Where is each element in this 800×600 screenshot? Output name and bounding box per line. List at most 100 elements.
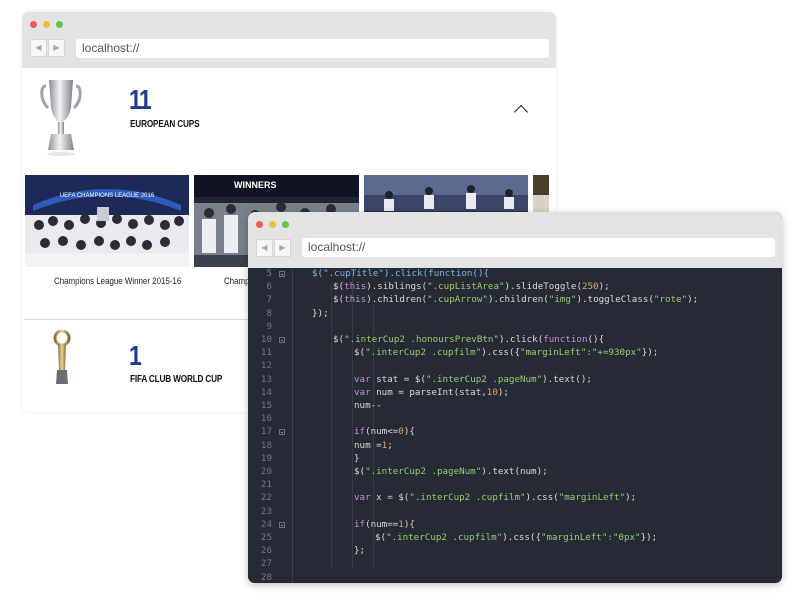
code-token: ".interCup2 .cupfilm" bbox=[365, 347, 482, 359]
code-line: }; bbox=[354, 545, 365, 556]
code-token: ).css( bbox=[525, 492, 559, 504]
code-line: $(this).siblings(".cupListArea").slideTo… bbox=[333, 281, 610, 292]
line-number: 7 bbox=[266, 294, 272, 306]
code-token: }; bbox=[354, 545, 366, 557]
european-cups-title: EUROPEAN CUPS bbox=[130, 119, 200, 130]
code-line: $(".interCup2 .pageNum").text(num); bbox=[354, 466, 548, 477]
code-token: x = $( bbox=[370, 492, 410, 504]
code-line: $(".interCup2 .honoursPrevBtn").click(fu… bbox=[333, 334, 604, 345]
code-token: }); bbox=[640, 532, 658, 543]
code-token: 250 bbox=[581, 281, 599, 293]
code-line: $(".interCup2 .cupfilm").css({"marginLef… bbox=[375, 532, 657, 543]
code-line: var num = parseInt(stat,10); bbox=[354, 387, 509, 398]
fold-toggle-icon[interactable] bbox=[279, 521, 285, 528]
line-number: 6 bbox=[266, 281, 272, 293]
code-token: if bbox=[354, 518, 366, 530]
line-number: 23 bbox=[260, 505, 272, 517]
indent-guide bbox=[352, 274, 353, 568]
fold-toggle-icon[interactable] bbox=[279, 337, 285, 343]
code-token: ".interCup2 .cupfilm" bbox=[409, 492, 526, 504]
line-number: 22 bbox=[260, 492, 272, 504]
code-token: ).children( bbox=[366, 294, 428, 306]
line-number: 24 bbox=[260, 518, 272, 530]
code-token: ".interCup2 .pageNum" bbox=[425, 373, 543, 385]
address-bar[interactable]: localhost:// bbox=[76, 39, 549, 58]
code-token: "rote" bbox=[653, 294, 688, 306]
address-bar[interactable]: localhost:// bbox=[302, 238, 775, 257]
collapse-chevron-up-icon[interactable] bbox=[513, 104, 529, 120]
code-token: 10 bbox=[486, 386, 498, 398]
code-token: }); bbox=[312, 307, 329, 319]
minimize-window-button[interactable] bbox=[269, 221, 276, 228]
browser-toolbar: ◀ ▶ localhost:// bbox=[248, 212, 782, 268]
code-token: var bbox=[354, 386, 371, 398]
code-token: (){ bbox=[587, 334, 605, 345]
code-line: num =1; bbox=[354, 440, 393, 451]
code-token: var bbox=[354, 373, 371, 385]
code-token: this bbox=[344, 281, 367, 293]
code-token: $( bbox=[375, 532, 387, 543]
code-token: ); bbox=[625, 492, 637, 504]
code-token: num-- bbox=[354, 400, 382, 411]
line-number: 13 bbox=[260, 373, 272, 385]
browser-window-editor: ◀ ▶ localhost:// 5 $(".cupTitle").click(f… bbox=[248, 212, 782, 583]
line-number: 5 bbox=[266, 268, 272, 279]
code-token: ".cupListArea" bbox=[427, 281, 505, 293]
code-token: (num<= bbox=[365, 426, 399, 438]
code-line: }); bbox=[312, 308, 329, 319]
code-token: ).text(num); bbox=[481, 466, 548, 477]
code-token: ).siblings( bbox=[366, 281, 428, 293]
code-token: ".interCup2 .honoursPrevBtn" bbox=[344, 334, 499, 345]
code-token: this bbox=[344, 294, 367, 306]
forward-arrow-icon[interactable]: ▶ bbox=[48, 39, 65, 57]
club-world-cup-title: FIFA CLUB WORLD CUP bbox=[130, 374, 223, 385]
code-token: "marginLeft":"0px" bbox=[540, 532, 641, 543]
code-token: "img" bbox=[548, 294, 577, 306]
photo-banner-text: WINNERS bbox=[234, 180, 277, 190]
browser-toolbar: ◀ ▶ localhost:// bbox=[22, 12, 556, 68]
maximize-window-button[interactable] bbox=[56, 21, 63, 28]
code-token: ).click( bbox=[498, 334, 544, 345]
fold-toggle-icon[interactable] bbox=[279, 429, 285, 436]
code-token: $( bbox=[354, 466, 366, 477]
code-token: ).children( bbox=[487, 294, 549, 306]
photo-champions-league-2016[interactable]: UEFA CHAMPIONS LEAGUE 2016 bbox=[25, 175, 189, 267]
back-arrow-icon[interactable]: ◀ bbox=[256, 239, 273, 257]
maximize-window-button[interactable] bbox=[282, 221, 289, 228]
line-number: 14 bbox=[260, 386, 272, 398]
code-line: $(this).children(".cupArrow").children("… bbox=[333, 294, 698, 305]
code-token: "marginLeft":"+=930px" bbox=[519, 347, 642, 359]
line-number: 26 bbox=[260, 545, 272, 557]
photo-caption: Champions League Winner 2015-16 bbox=[54, 276, 182, 286]
code-editor[interactable]: 5 $(".cupTitle").click(function(){6 $(this… bbox=[248, 268, 782, 583]
back-arrow-icon[interactable]: ◀ bbox=[30, 39, 47, 57]
code-token: $( bbox=[333, 294, 345, 306]
code-token: ){ bbox=[403, 426, 415, 438]
code-token: ).text(); bbox=[542, 373, 592, 385]
code-token: num = bbox=[354, 439, 382, 451]
code-line: $(".cupTitle").click(function(){ bbox=[312, 268, 489, 279]
close-window-button[interactable] bbox=[256, 221, 263, 228]
line-number: 12 bbox=[260, 360, 272, 372]
code-line: if(num<=0){ bbox=[354, 426, 415, 437]
club-world-cup-count: 1 bbox=[129, 340, 142, 371]
line-number: 25 bbox=[260, 532, 272, 543]
code-token: $(".cupTitle").click(function(){ bbox=[312, 268, 490, 279]
line-number: 21 bbox=[260, 479, 272, 491]
code-line: } bbox=[354, 453, 360, 464]
code-token: ); bbox=[687, 294, 699, 306]
code-token: function bbox=[543, 334, 588, 345]
code-line: var stat = $(".interCup2 .pageNum").text… bbox=[354, 374, 592, 385]
forward-arrow-icon[interactable]: ▶ bbox=[274, 239, 291, 257]
code-line: var x = $(".interCup2 .cupfilm").css("ma… bbox=[354, 492, 636, 503]
close-window-button[interactable] bbox=[30, 21, 37, 28]
minimize-window-button[interactable] bbox=[43, 21, 50, 28]
line-number: 9 bbox=[266, 320, 272, 332]
code-token: $( bbox=[333, 281, 345, 293]
line-number: 19 bbox=[260, 452, 272, 464]
line-number: 18 bbox=[260, 439, 272, 451]
fold-toggle-icon[interactable] bbox=[279, 271, 285, 277]
code-token: ; bbox=[387, 439, 393, 451]
code-token: stat = $( bbox=[370, 373, 426, 385]
code-token: "marginLeft" bbox=[558, 492, 626, 504]
